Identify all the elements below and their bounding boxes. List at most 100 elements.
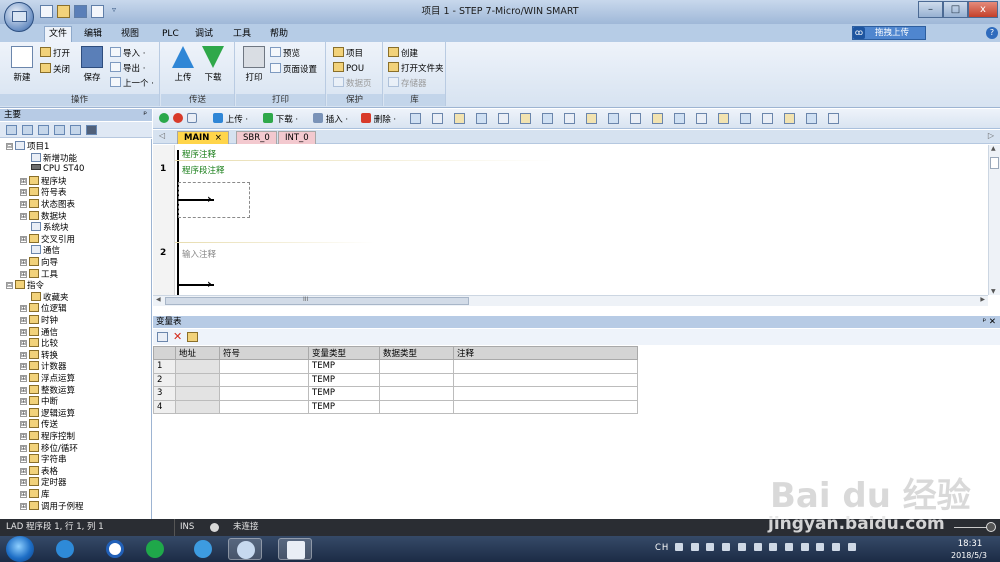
cell-var-type[interactable]: TEMP (308, 359, 380, 374)
cell-address[interactable] (175, 386, 220, 401)
col-data-type-header[interactable]: 数据类型 (379, 346, 454, 360)
rung-comment[interactable]: 程序段注释 (182, 164, 225, 176)
line-left-icon[interactable] (652, 113, 663, 124)
zoom-slider-knob[interactable] (986, 522, 996, 532)
col-address-header[interactable]: 地址 (175, 346, 220, 360)
expand-icon[interactable]: ⊞ (20, 363, 27, 371)
symbol-table-icon[interactable] (564, 113, 575, 124)
run-button[interactable] (159, 113, 169, 125)
table-row[interactable]: 1 TEMP (153, 359, 638, 374)
library-memory-button[interactable]: 存储器 (388, 77, 427, 90)
tree-item[interactable]: ⊞ 字符串 (20, 454, 67, 466)
diagram-icon[interactable] (784, 113, 795, 124)
tree-item[interactable]: ⊞ 移位/循环 (20, 442, 78, 455)
col-symbol-header[interactable]: 符号 (219, 346, 309, 360)
flag-icon[interactable] (800, 543, 809, 551)
contact-icon[interactable] (696, 113, 707, 124)
tree-item[interactable]: ⊞ 工具 (20, 268, 58, 281)
protect-project-button[interactable]: 项目 (333, 47, 363, 60)
collapse-icon[interactable]: ⊟ (6, 282, 13, 290)
ime-icon[interactable] (690, 543, 699, 551)
expand-icon[interactable]: ⊞ (20, 456, 27, 464)
security-icon[interactable] (737, 543, 746, 551)
tree-item[interactable]: ⊞ 符号表 (20, 187, 67, 199)
upload-button[interactable]: 上传 (169, 46, 197, 83)
maximize-button[interactable]: □ (943, 1, 968, 18)
cell-var-type[interactable]: TEMP (308, 399, 380, 414)
taskbar-media-player[interactable] (138, 538, 172, 560)
page-setup-button[interactable]: 页面设置 (270, 63, 317, 76)
bookmark-icon[interactable] (498, 113, 509, 124)
export-button[interactable]: 导出 · (110, 62, 145, 75)
tree-item[interactable]: ⊞ 传送 (20, 419, 58, 431)
cell-data-type[interactable] (379, 372, 454, 387)
tree-item[interactable]: ⊞ 计数器 (20, 361, 67, 373)
line-right-icon[interactable] (674, 113, 685, 124)
expand-icon[interactable]: ⊞ (20, 479, 27, 487)
help-small-icon[interactable] (828, 113, 839, 124)
table-row[interactable]: 2 TEMP (153, 372, 638, 387)
collapse-icon[interactable]: ⊟ (6, 143, 13, 150)
scroll-up-icon[interactable]: ▲ (991, 145, 996, 152)
tab-scroll-right-icon[interactable]: ▷ (988, 131, 994, 140)
network-open-icon[interactable] (410, 113, 421, 124)
expand-icon[interactable]: ⊞ (20, 317, 27, 324)
tree-item[interactable]: ⊞ 时钟 (20, 315, 58, 327)
expand-icon[interactable]: ⊞ (20, 270, 27, 278)
quick-access-customize-icon[interactable]: ▿ (112, 5, 116, 14)
expand-icon[interactable]: ⊞ (20, 433, 27, 440)
tree-item[interactable]: ⊞ 库 (20, 489, 50, 501)
preview-button[interactable]: 预览 (270, 47, 300, 60)
tree-item[interactable]: ⊞ 比较 (20, 338, 58, 350)
open-button[interactable]: 打开 (40, 47, 70, 60)
new-button[interactable]: 新建 (8, 46, 36, 83)
taskbar-app-2[interactable] (98, 538, 132, 560)
status-icon[interactable] (586, 113, 597, 124)
cell-comment[interactable] (453, 386, 638, 401)
application-button[interactable] (4, 2, 34, 32)
nav-table-icon[interactable] (54, 125, 65, 135)
editor-horizontal-scrollbar[interactable]: ◀ III ▶ (153, 295, 988, 306)
volume-icon[interactable] (816, 543, 825, 551)
tree-item[interactable]: 系统块 (20, 222, 69, 234)
expand-icon[interactable]: ⊞ (20, 328, 27, 336)
nav-block-icon[interactable] (38, 125, 49, 135)
drag-upload-button[interactable]: ꝏ 拖拽上传 (852, 26, 926, 40)
tree-item[interactable]: ⊞ 状态图表 (20, 199, 75, 211)
expand-icon[interactable]: ⊞ (20, 340, 27, 348)
tree-item[interactable]: 新增功能 (20, 152, 77, 165)
cell-comment[interactable] (453, 372, 638, 387)
toolbar-upload-button[interactable]: 上传 · (213, 113, 248, 125)
nav-list-icon[interactable] (22, 125, 33, 135)
tree-item[interactable]: ⊞ 表格 (20, 465, 58, 478)
menu-file[interactable]: 文件 (44, 26, 73, 42)
tree-item[interactable]: ⊞ 逻辑运算 (20, 407, 75, 420)
tree-item[interactable]: ⊞ 浮点运算 (20, 373, 75, 385)
previous-button[interactable]: 上一个 · (110, 77, 154, 90)
tree-item[interactable]: ⊞ 通信 (20, 326, 58, 339)
minimize-button[interactable]: – (918, 1, 943, 18)
tree-item[interactable]: ⊟ 项目1 (6, 141, 49, 153)
tree-item[interactable]: ⊞ 位逻辑 (20, 303, 67, 315)
cell-symbol[interactable] (219, 359, 309, 374)
variable-options-icon[interactable] (187, 332, 198, 342)
cell-data-type[interactable] (379, 359, 454, 374)
cell-address[interactable] (175, 359, 220, 374)
quick-open-icon[interactable] (57, 5, 70, 18)
expand-icon[interactable]: ⊞ (20, 409, 27, 417)
table-row[interactable]: 3 TEMP (153, 386, 638, 401)
bluetooth-icon[interactable] (706, 543, 715, 551)
keyboard-icon[interactable] (675, 543, 684, 551)
tab-close-icon[interactable]: × (215, 133, 222, 143)
print-button[interactable]: 打印 (240, 46, 268, 83)
menu-view[interactable]: 视图 (117, 27, 143, 42)
close-project-button[interactable]: 关闭 (40, 63, 70, 76)
tree-item[interactable]: ⊞ 交叉引用 (20, 233, 75, 246)
scroll-thumb[interactable] (165, 297, 469, 305)
clock-time[interactable]: 18:31 (952, 539, 988, 549)
box-icon[interactable] (740, 113, 751, 124)
expand-icon[interactable]: ⊞ (20, 375, 27, 382)
branch-down-icon[interactable] (608, 113, 619, 124)
network-icon[interactable] (753, 543, 762, 551)
cell-symbol[interactable] (219, 399, 309, 414)
